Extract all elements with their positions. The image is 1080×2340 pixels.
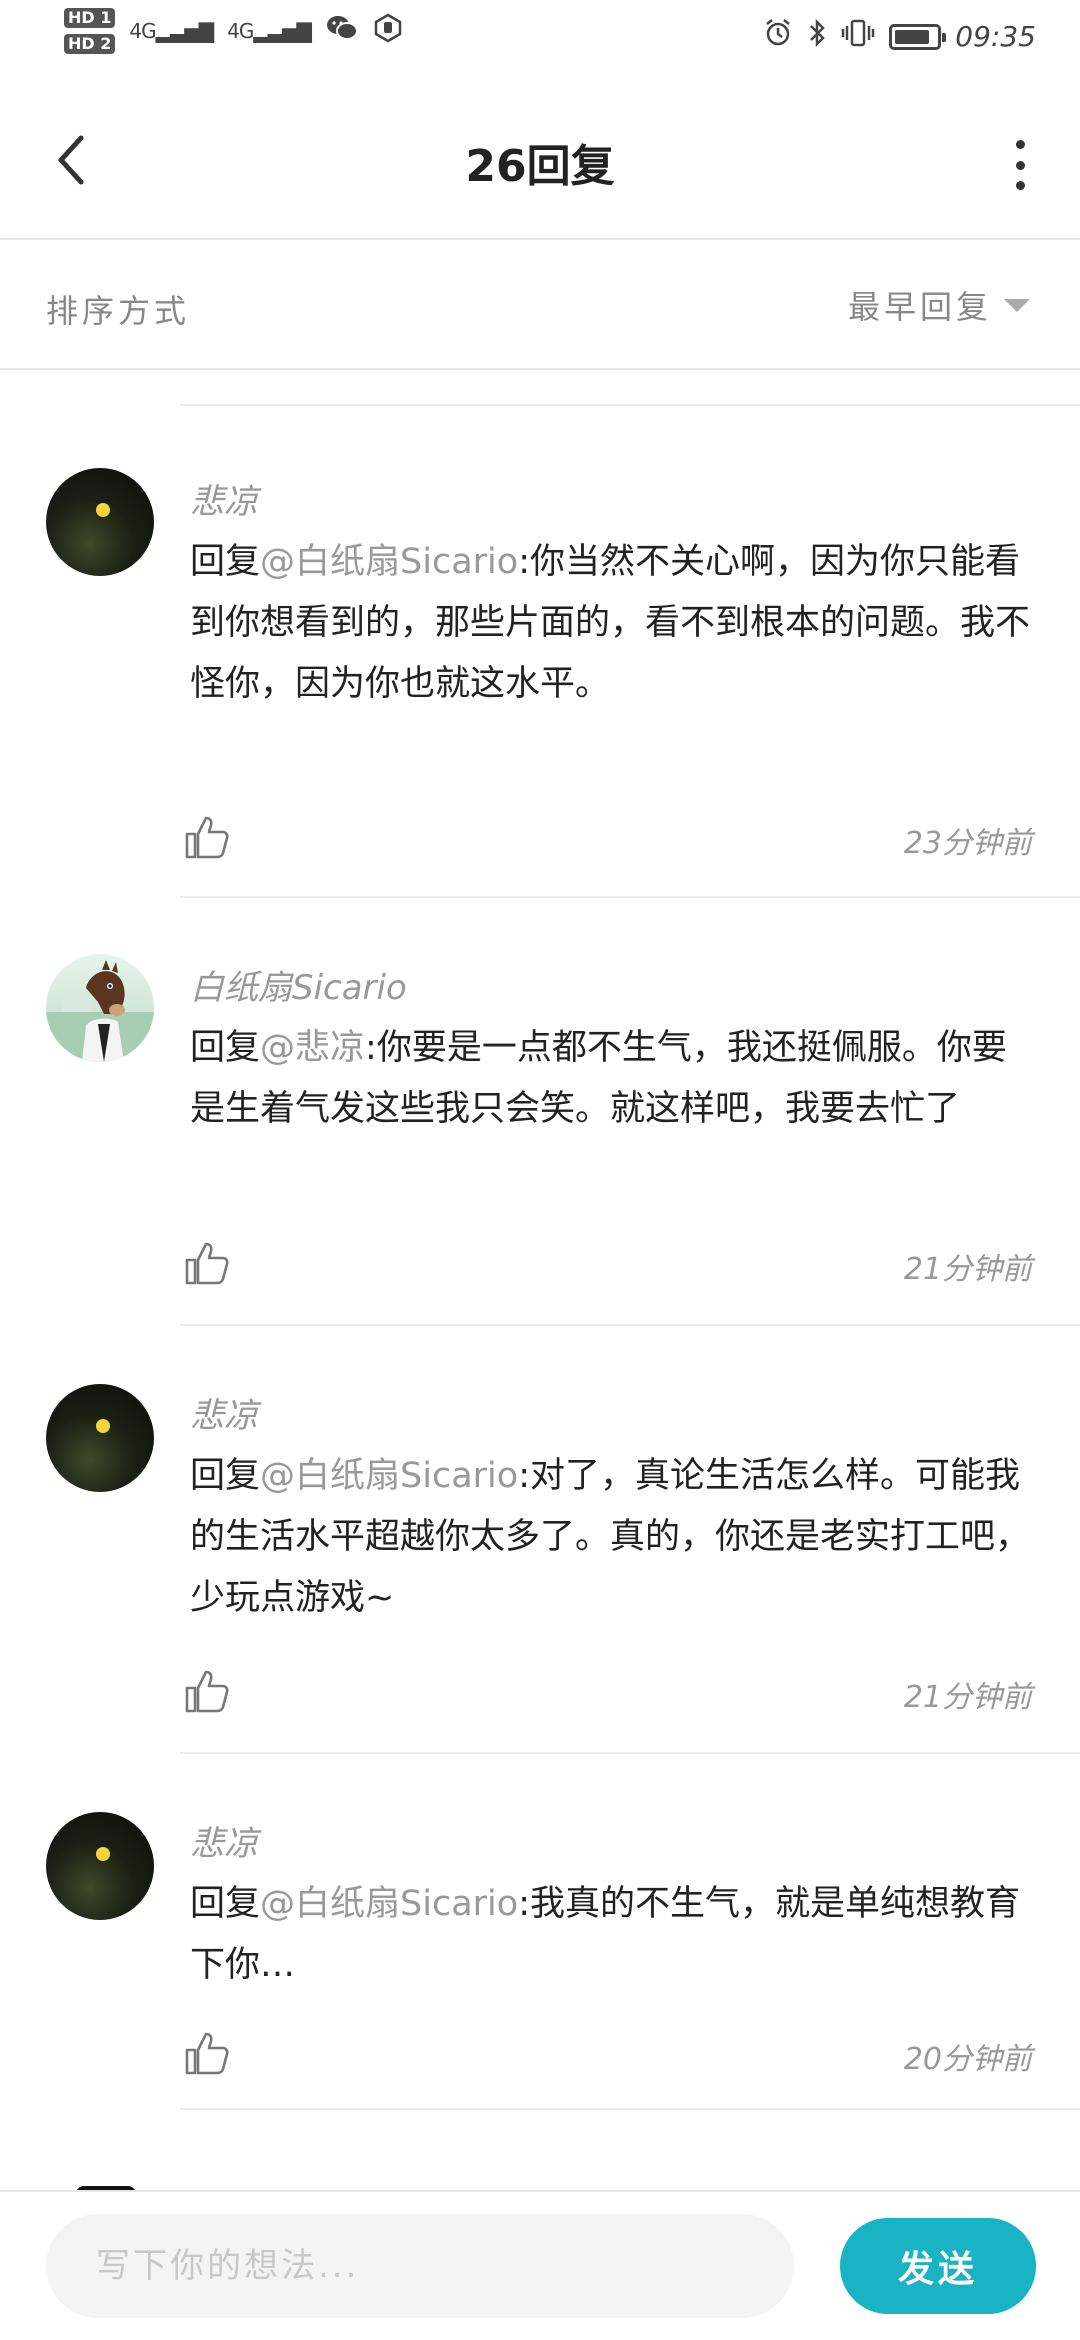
reply-content: 回复@白纸扇Sicario:对了，真论生活怎么样。可能我的生活水平超越你太多了。…	[190, 1446, 1030, 1629]
signal1-label: 4G	[129, 19, 156, 43]
nav-bar: 26回复	[0, 80, 1080, 240]
reply-prefix: 回复	[190, 1028, 261, 1068]
reply-mention[interactable]: @悲凉	[260, 1028, 365, 1068]
comment-composer: 发送	[0, 2190, 1080, 2340]
vibrate-icon	[841, 18, 875, 55]
reply-mention[interactable]: @白纸扇Sicario	[260, 1884, 518, 1924]
reply-author[interactable]: 悲凉	[190, 474, 258, 523]
reply-author[interactable]: 悲凉	[190, 1816, 258, 1865]
status-right: 09:35	[763, 18, 1036, 55]
signal-icon: 4G▂▃▅▇	[129, 19, 214, 43]
divider	[180, 896, 1080, 898]
reply-content: 回复@白纸扇Sicario:我真的不生气，就是单纯想教育下你…	[190, 1874, 1030, 1996]
divider	[180, 1324, 1080, 1326]
reply-prefix: 回复	[190, 1884, 261, 1924]
avatar[interactable]	[46, 468, 154, 576]
sort-label: 排序方式	[46, 292, 191, 330]
divider	[180, 404, 1080, 406]
reply-time: 21分钟前	[903, 1252, 1032, 1287]
battery-icon	[889, 23, 947, 50]
status-bar: HD 1 HD 2 4G▂▃▅▇ 4G▂▃▅▇ 09:35	[0, 0, 1080, 80]
avatar[interactable]	[46, 1384, 154, 1492]
reply-content: 回复@悲凉:你要是一点都不生气，我还挺佩服。你要是生着气发这些我只会笑。就这样吧…	[190, 1018, 1030, 1140]
hd1-badge: HD 1	[64, 8, 116, 28]
more-menu-button[interactable]	[1000, 140, 1040, 190]
signal-icon: 4G▂▃▅▇	[227, 19, 312, 43]
divider	[180, 2108, 1080, 2110]
sort-dropdown[interactable]: 最早回复	[848, 282, 1030, 328]
reply-prefix: 回复	[190, 1456, 261, 1496]
dropdown-arrow-icon	[1004, 298, 1030, 312]
reply-author[interactable]: 悲凉	[190, 1388, 258, 1437]
more-dot-icon	[1015, 140, 1025, 149]
reply-time: 21分钟前	[903, 1680, 1032, 1715]
reply-author[interactable]: 白纸扇Sicario	[190, 960, 407, 1009]
thumbs-up-icon[interactable]	[182, 2028, 232, 2078]
status-left: HD 1 HD 2 4G▂▃▅▇ 4G▂▃▅▇	[64, 8, 403, 54]
thumbs-up-icon[interactable]	[182, 812, 232, 862]
reply-content: 回复@白纸扇Sicario:你当然不关心啊，因为你只能看到你想看到的，那些片面的…	[190, 532, 1030, 715]
thumbs-up-icon[interactable]	[182, 1666, 232, 1716]
sort-value: 最早回复	[847, 288, 992, 326]
alarm-icon	[763, 18, 793, 55]
wechat-icon	[325, 13, 359, 50]
bluetooth-icon	[807, 18, 827, 55]
clock-time: 09:35	[955, 20, 1036, 53]
avatar[interactable]	[46, 1812, 154, 1920]
reply-mention[interactable]: @白纸扇Sicario	[260, 542, 518, 582]
avatar[interactable]	[46, 954, 154, 1062]
reply-prefix: 回复	[190, 542, 261, 582]
reply-mention[interactable]: @白纸扇Sicario	[260, 1456, 518, 1496]
horse-avatar-icon	[46, 960, 154, 1062]
more-dot-icon	[1015, 160, 1025, 170]
send-button[interactable]: 发送	[840, 2218, 1036, 2314]
divider	[180, 1752, 1080, 1754]
more-dot-icon	[1015, 181, 1025, 190]
hd-indicators: HD 1 HD 2	[64, 8, 116, 54]
signal2-label: 4G	[227, 19, 254, 43]
hand-icon	[373, 13, 403, 50]
reply-time: 23分钟前	[903, 826, 1032, 861]
sort-bar: 排序方式 最早回复	[0, 242, 1080, 370]
reply-time: 20分钟前	[903, 2042, 1032, 2077]
page-title: 26回复	[465, 141, 615, 192]
hd2-badge: HD 2	[64, 34, 116, 54]
thumbs-up-icon[interactable]	[182, 1238, 232, 1288]
comment-input[interactable]	[46, 2214, 794, 2318]
